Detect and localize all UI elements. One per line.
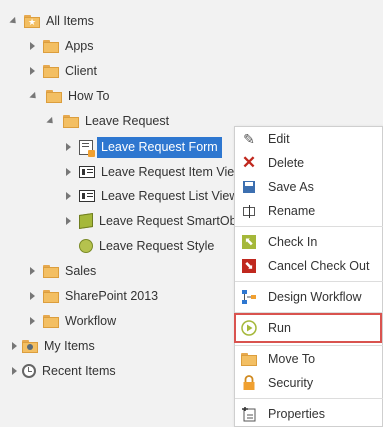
tree-item-sharepoint[interactable]: SharePoint 2013 [30, 285, 158, 307]
expand-arrow-icon[interactable] [66, 217, 71, 225]
expand-arrow-icon[interactable] [66, 168, 71, 176]
context-menu: ✎ Edit ✕ Delete Save As Rename ⬉ Check I… [234, 126, 383, 427]
menu-item-design-workflow[interactable]: Design Workflow [235, 286, 383, 308]
menu-item-label: Properties [268, 407, 325, 421]
tree-item-leave-request-smartobject[interactable]: Leave Request SmartObject [66, 210, 256, 232]
tree-label: Leave Request List View [101, 189, 239, 203]
expand-arrow-icon[interactable] [30, 292, 35, 300]
tree-label: Client [65, 64, 97, 78]
menu-item-security[interactable]: Security [235, 372, 383, 394]
selected-item-highlight: Leave Request Form [97, 136, 222, 158]
lock-icon [241, 375, 257, 391]
menu-item-edit[interactable]: ✎ Edit [235, 128, 383, 150]
collapse-arrow-icon[interactable] [29, 91, 39, 101]
expand-arrow-icon[interactable] [9, 16, 19, 26]
tree-item-leave-request-form[interactable]: Leave Request Form [66, 136, 222, 158]
user-folder-icon [22, 339, 38, 353]
view-icon [79, 190, 95, 202]
form-icon [79, 139, 95, 157]
folder-icon [43, 314, 59, 328]
tree-item-my-items[interactable]: My Items [12, 335, 95, 357]
tree-label: Leave Request SmartObject [99, 214, 257, 228]
tree-item-leave-request[interactable]: Leave Request [46, 110, 170, 132]
menu-item-label: Design Workflow [268, 290, 362, 304]
tree-label: Workflow [65, 314, 117, 328]
tree-item-leave-request-item-view[interactable]: Leave Request Item View [66, 161, 243, 183]
tree-label: All Items [46, 14, 94, 28]
folder-icon [63, 114, 79, 128]
tree-label: SharePoint 2013 [65, 289, 159, 303]
expand-arrow-icon[interactable] [30, 317, 35, 325]
expand-arrow-icon[interactable] [30, 42, 35, 50]
tree-label: Leave Request Item View [101, 165, 244, 179]
menu-item-label: Edit [268, 132, 290, 146]
workflow-icon [241, 289, 257, 305]
menu-item-label: Delete [268, 156, 305, 170]
save-as-icon [241, 179, 257, 195]
menu-separator [235, 398, 383, 399]
tree-item-recent-items[interactable]: Recent Items [12, 360, 116, 382]
menu-item-label: Save As [268, 180, 314, 194]
expand-arrow-icon[interactable] [30, 267, 35, 275]
menu-item-properties[interactable]: Properties [235, 403, 383, 425]
tree-label: Leave Request [85, 114, 170, 128]
collapse-arrow-icon[interactable] [46, 116, 56, 126]
smartobject-cube-icon [79, 213, 93, 229]
tree-label: Apps [65, 39, 94, 53]
expand-arrow-icon[interactable] [12, 342, 17, 350]
folder-star-icon: ★ [24, 14, 40, 28]
menu-separator [235, 345, 383, 346]
menu-item-label: Rename [268, 204, 316, 218]
menu-separator [235, 226, 383, 227]
folder-icon [43, 39, 59, 53]
folder-icon [43, 289, 59, 303]
tree-label: Recent Items [42, 364, 116, 378]
tree-item-all-items[interactable]: ★ All Items [9, 10, 94, 32]
expand-arrow-icon[interactable] [30, 67, 35, 75]
folder-icon [43, 264, 59, 278]
cancel-check-out-icon: ⬊ [241, 258, 257, 274]
expand-arrow-icon[interactable] [12, 367, 17, 375]
menu-item-label: Check In [268, 235, 318, 249]
tree-item-sales[interactable]: Sales [30, 260, 96, 282]
tree-label: Leave Request Style [99, 239, 215, 253]
delete-x-icon: ✕ [241, 153, 257, 172]
style-palette-icon [79, 239, 93, 253]
rename-icon [241, 203, 257, 219]
menu-item-label: Move To [268, 352, 316, 366]
tree-label: Sales [65, 264, 97, 278]
menu-item-label: Security [268, 376, 314, 390]
tree-label: My Items [44, 339, 95, 353]
folder-icon [46, 89, 62, 103]
tree-item-how-to[interactable]: How To [29, 85, 110, 107]
run-highlight-box [234, 313, 382, 343]
tree-item-leave-request-list-view[interactable]: Leave Request List View [66, 185, 238, 207]
clock-icon [22, 364, 36, 378]
menu-item-check-in[interactable]: ⬉ Check In [235, 231, 383, 253]
tree-item-leave-request-style[interactable]: Leave Request Style [66, 235, 214, 257]
menu-item-delete[interactable]: ✕ Delete [235, 152, 383, 174]
pencil-icon: ✎ [243, 130, 255, 147]
menu-item-cancel-check-out[interactable]: ⬊ Cancel Check Out [235, 255, 383, 277]
tree-item-workflow[interactable]: Workflow [30, 310, 116, 332]
tree-item-apps[interactable]: Apps [30, 35, 94, 57]
expand-arrow-icon[interactable] [66, 192, 71, 200]
menu-item-rename[interactable]: Rename [235, 200, 383, 222]
check-in-icon: ⬉ [241, 234, 257, 250]
menu-item-move-to[interactable]: Move To [235, 348, 383, 370]
tree-label: Leave Request Form [101, 140, 218, 154]
menu-separator [235, 281, 383, 282]
tree-item-client[interactable]: Client [30, 60, 97, 82]
tree-label: How To [68, 89, 110, 103]
move-to-folder-icon [241, 351, 257, 367]
menu-item-label: Cancel Check Out [268, 259, 370, 273]
expand-arrow-icon[interactable] [66, 143, 71, 151]
properties-icon [241, 406, 257, 422]
menu-item-save-as[interactable]: Save As [235, 176, 383, 198]
folder-icon [43, 64, 59, 78]
view-icon [79, 166, 95, 178]
